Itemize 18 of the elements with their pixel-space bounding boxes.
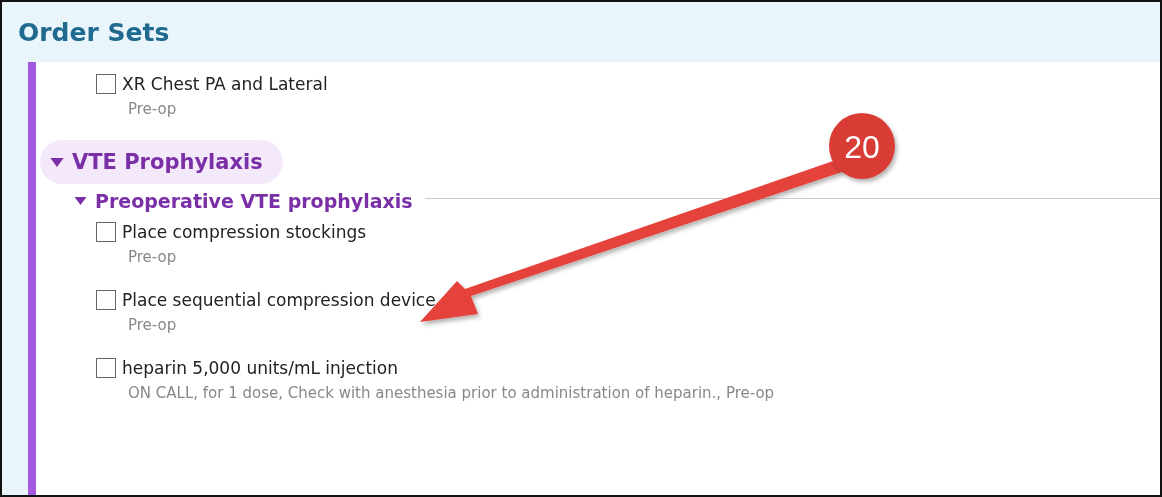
checkbox[interactable] (96, 222, 116, 242)
checkbox[interactable] (96, 290, 116, 310)
order-detail: Pre-op (128, 248, 178, 266)
caret-icon (50, 156, 64, 168)
callout-number: 20 (844, 129, 880, 165)
order-label: Place compression stockings (122, 222, 367, 242)
order-detail: Pre-op (128, 316, 178, 334)
page-title: Order Sets (18, 17, 170, 47)
order-label: Place sequential compression device (122, 290, 436, 310)
checkbox[interactable] (96, 74, 116, 94)
group-header[interactable]: VTE Prophylaxis (40, 140, 283, 184)
checkbox[interactable] (96, 358, 116, 378)
order-label: XR Chest PA and Lateral (122, 74, 328, 94)
callout-badge (829, 113, 895, 179)
order-detail: ON CALL, for 1 dose, Check with anesthesia prior to administration of heparin., Pre-op (128, 384, 776, 402)
subgroup-title[interactable]: Preoperative VTE prophylaxis (95, 190, 413, 212)
order-label: heparin 5,000 units/mL injection (122, 358, 398, 378)
order-detail: Pre-op (128, 100, 178, 118)
